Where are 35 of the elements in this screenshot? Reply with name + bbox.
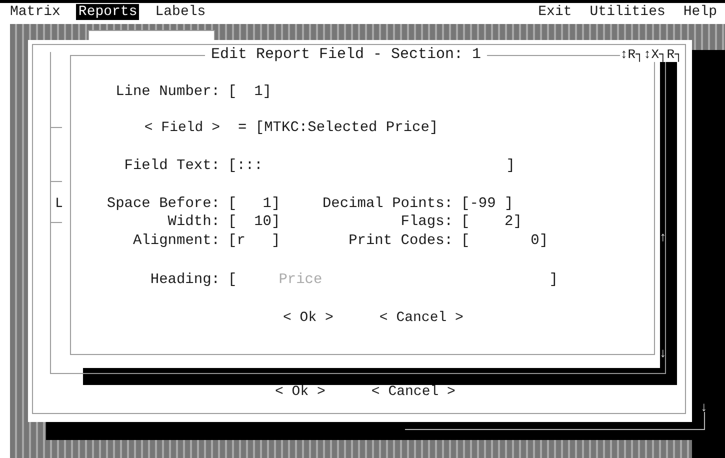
field-label: Flags: — [400, 214, 453, 230]
field-button[interactable]: < Field > — [144, 120, 220, 136]
dialog-button[interactable]: < Ok > — [283, 310, 334, 326]
field-label: Heading: — [150, 272, 220, 288]
input-field[interactable]: [ 2] — [461, 214, 660, 230]
input-field[interactable]: [ 10] — [228, 214, 300, 230]
input-field[interactable]: [ Price ] — [228, 272, 558, 288]
dialog-title: Edit Report Field - Section: 1 — [204, 48, 488, 62]
scroll-arrow[interactable]: ↓ — [659, 346, 667, 361]
scroll-arrow[interactable]: ↑ — [659, 230, 667, 245]
menu-item[interactable]: Matrix — [8, 4, 62, 20]
input-field[interactable]: [ 0] — [461, 233, 660, 249]
field-label: Width: — [168, 214, 220, 230]
fragment-text: L — [55, 196, 64, 212]
dialog-button[interactable]: < Cancel > — [379, 310, 464, 326]
field-value: = [MTKC:Selected Price] — [238, 120, 440, 136]
input-field[interactable]: [ 1] — [228, 196, 300, 212]
scroll-arrow[interactable]: ↓ — [700, 400, 708, 415]
menu-item[interactable]: Utilities — [588, 4, 668, 20]
field-label: Print Codes: — [348, 233, 453, 249]
menu-item[interactable]: Labels — [153, 4, 208, 20]
field-label: Alignment: — [132, 233, 220, 249]
field-label: Decimal Points: — [322, 196, 453, 212]
input-field[interactable]: [r ] — [228, 233, 300, 249]
field-label: Field Text: — [124, 158, 220, 174]
menu-item[interactable]: Reports — [76, 4, 140, 20]
input-field[interactable]: [ 1] — [228, 84, 300, 100]
field-label: Line Number: — [116, 84, 220, 100]
input-field[interactable]: [::: ] — [228, 158, 515, 174]
menu-item[interactable]: Exit — [536, 4, 574, 20]
dialog-button[interactable]: < Cancel > — [371, 384, 456, 400]
menu-item[interactable]: Help — [681, 4, 719, 20]
input-field[interactable]: [-99 ] — [461, 196, 660, 212]
dialog-button[interactable]: < Ok > — [275, 384, 326, 400]
field-label: Space Before: — [106, 196, 220, 212]
